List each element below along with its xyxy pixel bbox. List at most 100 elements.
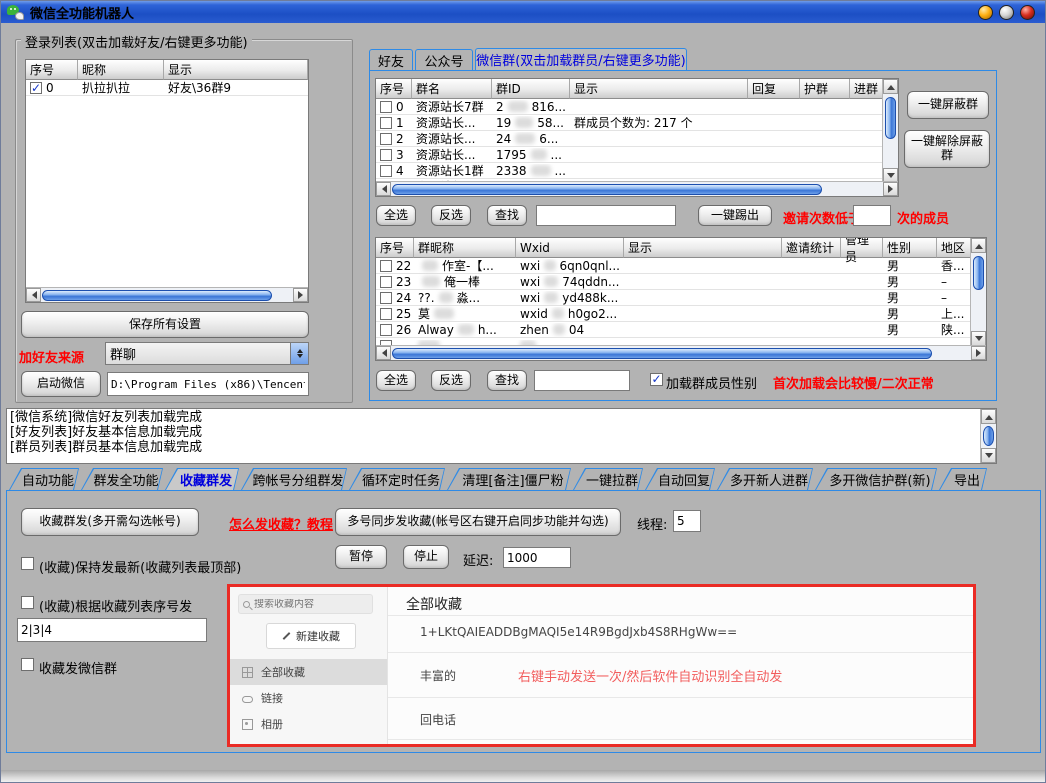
group-row[interactable]: 2 资源站长... 246...	[376, 131, 898, 147]
favorites-search-box[interactable]	[238, 594, 373, 614]
delay-input[interactable]	[503, 547, 571, 568]
log-output[interactable]: [微信系统]微信好友列表加载完成 [好友列表]好友基本信息加载完成 [群员列表]…	[6, 408, 997, 464]
group-checkbox[interactable]	[380, 101, 392, 113]
unblock-group-button[interactable]: 一键解除屏蔽群	[904, 130, 990, 168]
account-checkbox[interactable]: ✓	[30, 82, 42, 94]
group-checkbox[interactable]	[380, 165, 392, 177]
log-vscrollbar[interactable]	[980, 409, 996, 463]
col-header[interactable]: 昵称	[78, 60, 164, 80]
group-row[interactable]: 0 资源站长7群 2816...	[376, 99, 898, 115]
tab-one-key-pull-group[interactable]: 一键拉群	[573, 468, 643, 490]
thread-count-input[interactable]	[673, 510, 701, 532]
group-checkbox[interactable]	[380, 133, 392, 145]
spinner-arrows-icon[interactable]	[290, 343, 308, 364]
col-header[interactable]: 群ID	[492, 79, 570, 99]
member-checkbox[interactable]	[380, 324, 392, 336]
member-checkbox[interactable]	[380, 276, 392, 288]
members-find-button[interactable]: 查找	[487, 370, 527, 391]
member-checkbox[interactable]	[380, 260, 392, 272]
groups-table-vscrollbar[interactable]	[882, 79, 898, 183]
pause-button[interactable]: 暂停	[335, 545, 387, 569]
favorites-nav-albums[interactable]: 相册	[230, 711, 387, 737]
multi-account-sync-send-button[interactable]: 多号同步发收藏(帐号区右键开启同步功能并勾选)	[335, 508, 621, 536]
group-row[interactable]: 4 资源站长1群 2338...	[376, 163, 898, 179]
tab-favorites-mass-send[interactable]: 收藏群发	[165, 468, 239, 490]
favorites-nav-notes[interactable]: 笔记	[230, 737, 387, 747]
groups-select-all-button[interactable]: 全选	[376, 205, 416, 226]
col-header[interactable]: 显示	[624, 238, 782, 258]
col-header[interactable]: 群名	[412, 79, 492, 99]
members-invert-select-button[interactable]: 反选	[431, 370, 471, 391]
favorites-mass-send-button[interactable]: 收藏群发(多开需勾选帐号)	[21, 508, 199, 536]
tab-friends[interactable]: 好友	[369, 49, 413, 70]
members-table-hscrollbar[interactable]	[376, 345, 986, 360]
tab-auto-reply[interactable]: 自动回复	[645, 468, 715, 490]
group-checkbox[interactable]	[380, 149, 392, 161]
tab-multi-new-member[interactable]: 多开新人进群	[717, 468, 813, 490]
tab-wechat-groups[interactable]: 微信群(双击加载群员/右键更多功能)	[475, 48, 687, 70]
favorite-item[interactable]: 1+LKtQAIEADDBgMAQI5e14R9BgdJxb4S8RHgWw==	[420, 625, 737, 639]
account-row[interactable]: ✓0 扒拉扒拉 好友\36群9	[26, 80, 308, 96]
col-header[interactable]: 显示	[570, 79, 748, 99]
col-header[interactable]: 邀请统计	[782, 238, 841, 258]
member-row[interactable]: 23 俺一棒 wxi74qddn... 男 –	[376, 274, 986, 290]
load-gender-checkbox[interactable]: ✓	[650, 373, 663, 386]
keep-latest-checkbox[interactable]	[21, 557, 34, 570]
tab-multi-guard-group[interactable]: 多开微信护群(新)	[815, 468, 937, 490]
save-all-settings-button[interactable]: 保存所有设置	[21, 311, 309, 338]
tab-cross-account-group-send[interactable]: 跨帐号分组群发	[241, 468, 347, 490]
tab-clean-zombie-fans[interactable]: 清理[备注]僵尸粉	[447, 468, 571, 490]
members-search-input[interactable]	[534, 370, 630, 391]
group-row[interactable]: 1 资源站长... 1958... 群成员个数为: 217 个	[376, 115, 898, 131]
kick-button[interactable]: 一键踢出	[698, 205, 772, 226]
send-to-groups-checkbox[interactable]	[21, 658, 34, 671]
new-collection-button[interactable]: 新建收藏	[266, 623, 356, 649]
favorite-item[interactable]: 回电话	[420, 711, 456, 728]
member-checkbox[interactable]	[380, 292, 392, 304]
col-header[interactable]: Wxid	[516, 238, 624, 258]
col-header[interactable]: 序号	[376, 238, 414, 258]
block-group-button[interactable]: 一键屏蔽群	[907, 91, 989, 119]
group-checkbox[interactable]	[380, 117, 392, 129]
col-header[interactable]: 序号	[376, 79, 412, 99]
member-checkbox[interactable]	[380, 308, 392, 320]
col-header[interactable]: 回复	[748, 79, 800, 99]
favorite-item[interactable]: 丰富的	[420, 667, 456, 684]
invite-threshold-input[interactable]	[853, 205, 891, 226]
wechat-path-input[interactable]	[107, 372, 309, 396]
col-header[interactable]: 序号	[26, 60, 78, 80]
favorites-nav-all[interactable]: 全部收藏	[230, 659, 387, 685]
tab-mass-send-all[interactable]: 群发全功能	[81, 468, 163, 490]
friend-table-hscrollbar[interactable]	[26, 287, 308, 302]
col-header[interactable]: 护群	[800, 79, 850, 99]
col-header[interactable]: 显示	[164, 60, 308, 80]
col-header[interactable]: 管理员	[841, 238, 883, 258]
tab-loop-timed-tasks[interactable]: 循环定时任务	[349, 468, 445, 490]
member-row[interactable]: 26 Alwayh... zhen04 男 陕...	[376, 322, 986, 338]
add-friend-source-select[interactable]: 群聊	[105, 342, 309, 365]
how-to-send-tutorial-link[interactable]: 怎么发收藏？教程	[229, 514, 333, 533]
member-row[interactable]: 25 莫 wxidh0go2... 男 上...	[376, 306, 986, 322]
members-table-vscrollbar[interactable]	[970, 238, 986, 346]
groups-find-button[interactable]: 查找	[487, 205, 527, 226]
groups-invert-select-button[interactable]: 反选	[431, 205, 471, 226]
favorites-nav-links[interactable]: 链接	[230, 685, 387, 711]
members-select-all-button[interactable]: 全选	[376, 370, 416, 391]
tab-export[interactable]: 导出	[939, 468, 987, 490]
col-header[interactable]: 性别	[883, 238, 937, 258]
group-row[interactable]: 3 资源站长... 1795...	[376, 147, 898, 163]
close-button[interactable]	[1020, 5, 1035, 20]
groups-table-hscrollbar[interactable]	[376, 181, 898, 196]
send-by-index-checkbox[interactable]	[21, 596, 34, 609]
member-row[interactable]: 24 ??.淼... wxiyd488k... 男 –	[376, 290, 986, 306]
col-header[interactable]: 群昵称	[414, 238, 516, 258]
member-row[interactable]: 22 作室-【... wxi6qn0qnl... 男 香...	[376, 258, 986, 274]
stop-button[interactable]: 停止	[403, 545, 449, 569]
launch-wechat-button[interactable]: 启动微信	[21, 371, 101, 397]
tab-official-accounts[interactable]: 公众号	[415, 49, 473, 70]
tab-auto-functions[interactable]: 自动功能	[9, 468, 79, 490]
index-list-input[interactable]	[17, 618, 207, 642]
maximize-button[interactable]	[999, 5, 1014, 20]
minimize-button[interactable]	[978, 5, 993, 20]
favorites-search-input[interactable]	[254, 599, 354, 610]
